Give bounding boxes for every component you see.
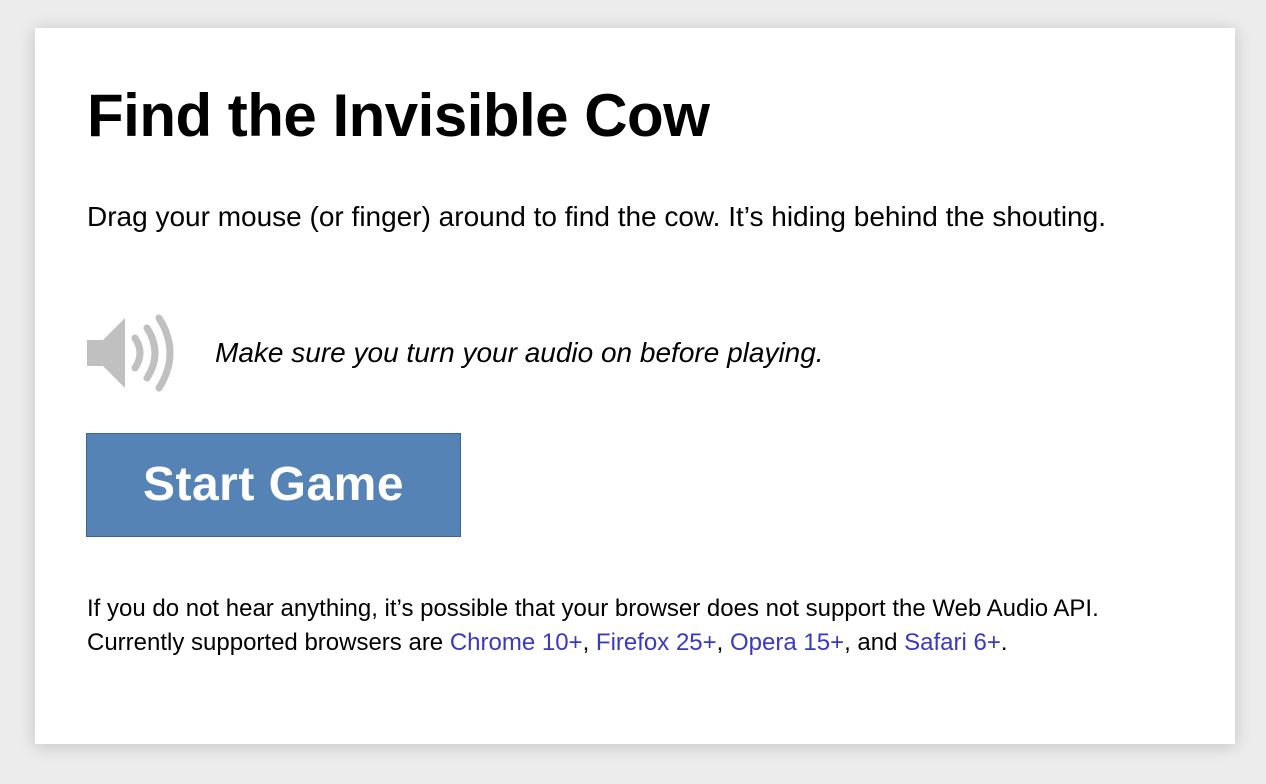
chrome-link[interactable]: Chrome 10+ [450,629,583,656]
separator: , and [844,629,905,656]
page-title: Find the Invisible Cow [87,82,710,149]
start-game-button[interactable]: Start Game [86,433,461,537]
firefox-link[interactable]: Firefox 25+ [596,629,717,656]
opera-link[interactable]: Opera 15+ [730,629,844,656]
browser-support-note: If you do not hear anything, it’s possib… [87,592,1187,660]
separator: , [582,629,596,656]
audio-notice: Make sure you turn your audio on before … [85,312,824,394]
intro-text: Drag your mouse (or finger) around to fi… [87,201,1106,232]
footnote-end: . [1000,629,1008,656]
content-card: Find the Invisible Cow Drag your mouse (… [35,28,1235,744]
audio-note-text: Make sure you turn your audio on before … [215,337,824,368]
speaker-volume-icon [87,314,174,392]
safari-link[interactable]: Safari 6+ [904,629,1001,656]
separator: , [716,629,730,656]
